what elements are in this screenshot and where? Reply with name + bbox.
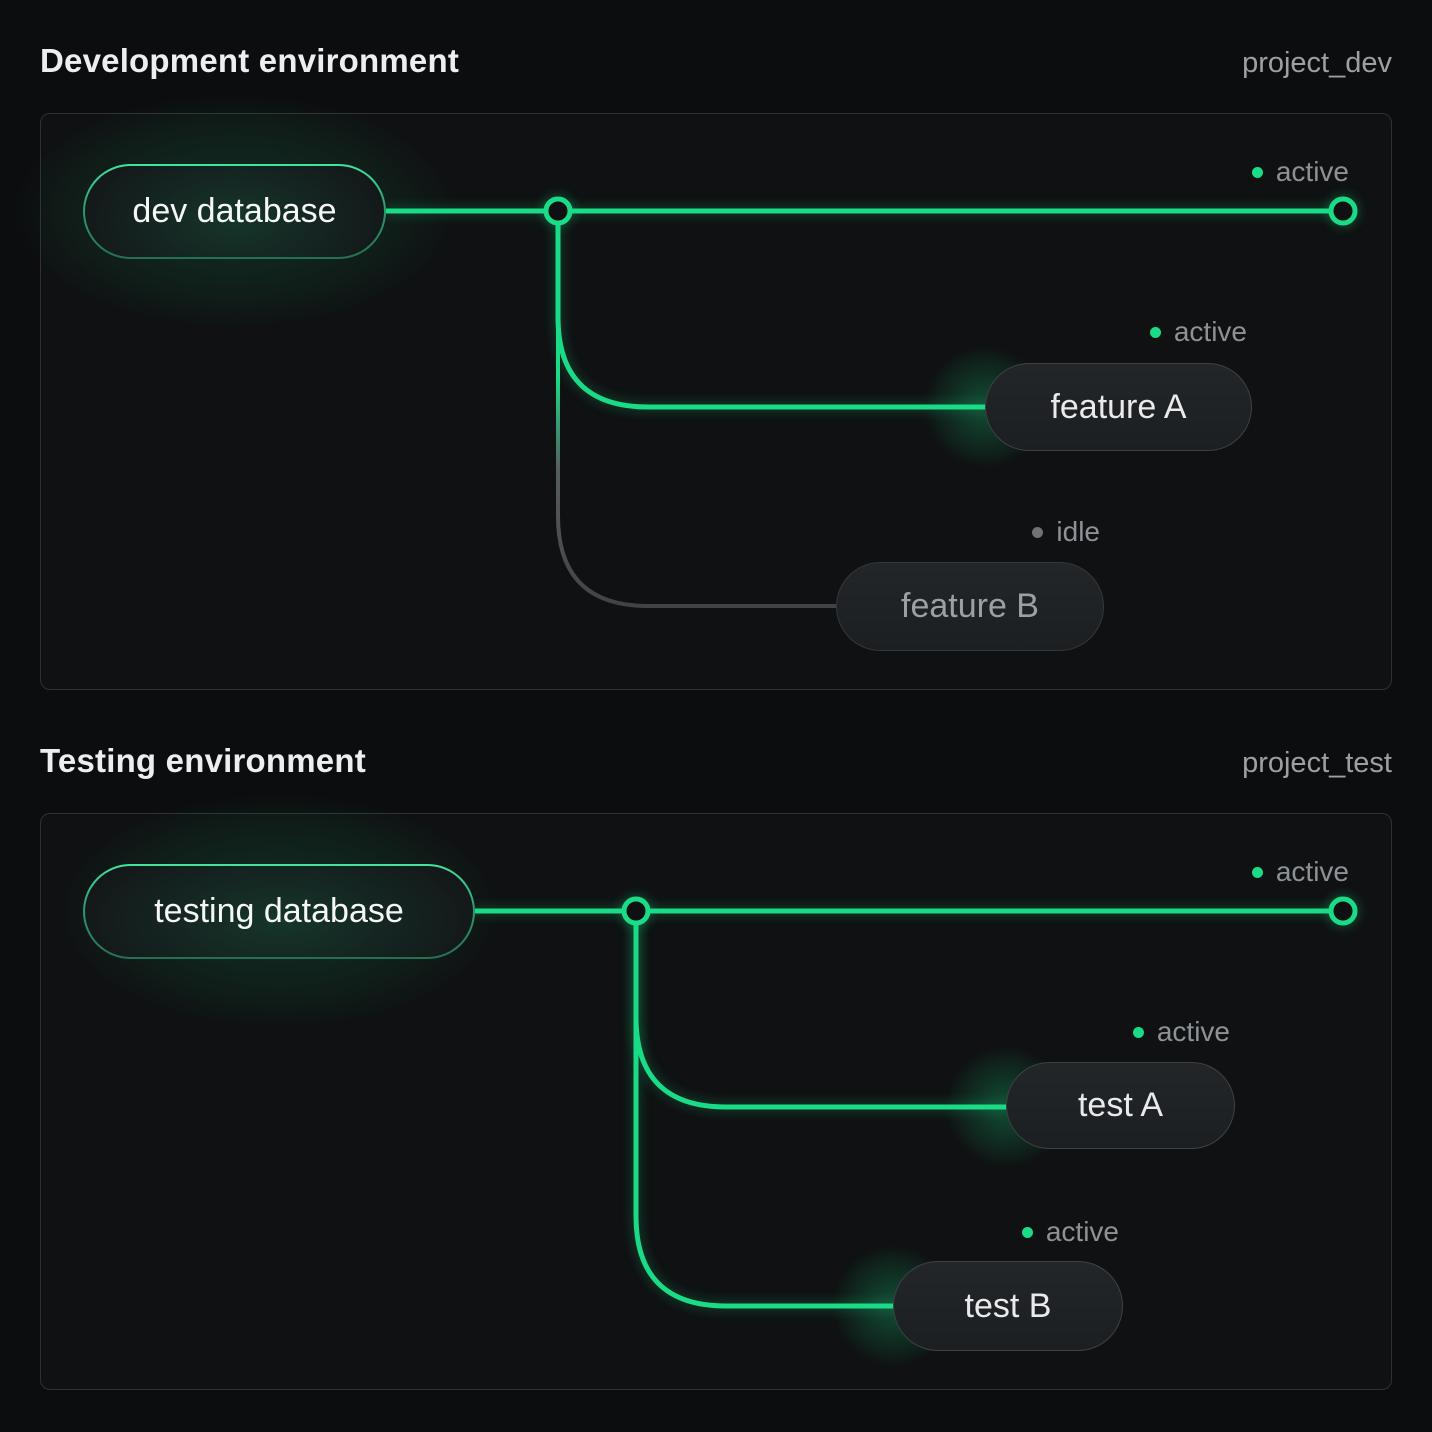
test-a-label: test A [1078,1086,1163,1125]
feature-a-status-text: active [1174,316,1247,348]
test-environment-header: Testing environment project_test [40,742,1392,780]
test-a-status: active [1133,1016,1230,1048]
active-status-dot-icon [1133,1027,1144,1038]
test-project-label: project_test [1242,747,1392,780]
idle-status-dot-icon [1032,527,1043,538]
test-environment-title: Testing environment [40,742,366,780]
active-status-dot-icon [1022,1227,1033,1238]
active-status-dot-icon [1150,327,1161,338]
trunk-endpoint-node [1331,199,1355,223]
testing-database-label: testing database [154,892,404,931]
feature-b-label: feature B [901,587,1039,626]
feature-b-node[interactable]: feature B [836,562,1104,651]
branch-junction-node [624,899,648,923]
test-b-status: active [1022,1216,1119,1248]
test-a-status-text: active [1157,1016,1230,1048]
dev-project-label: project_dev [1242,47,1392,80]
active-status-dot-icon [1252,867,1263,878]
testing-database-node[interactable]: testing database [83,864,475,959]
feature-a-node[interactable]: feature A [985,363,1252,451]
trunk-endpoint-node [1331,899,1355,923]
trunk-status-text: active [1276,156,1349,188]
test-environment-panel: testing database active active test A ac… [40,813,1392,1390]
branch-line-test-a [636,911,1006,1107]
feature-b-status-text: idle [1056,516,1100,548]
dev-database-node[interactable]: dev database [83,164,386,259]
trunk-status-text: active [1276,856,1349,888]
dev-environment-header: Development environment project_dev [40,42,1392,80]
dev-database-label: dev database [132,192,336,231]
test-b-status-text: active [1046,1216,1119,1248]
branch-line-feature-a [558,211,985,407]
feature-a-status: active [1150,316,1247,348]
feature-b-status: idle [1032,516,1100,548]
dev-environment-panel: dev database active active feature A idl… [40,113,1392,690]
trunk-status: active [1252,156,1349,188]
test-b-label: test B [965,1287,1052,1326]
test-a-node[interactable]: test A [1006,1062,1235,1149]
feature-a-label: feature A [1050,388,1186,427]
test-b-node[interactable]: test B [893,1261,1123,1351]
trunk-status: active [1252,856,1349,888]
branch-junction-node [546,199,570,223]
branching-diagram: Development environment project_dev dev … [0,0,1432,1432]
dev-environment-title: Development environment [40,42,459,80]
active-status-dot-icon [1252,167,1263,178]
